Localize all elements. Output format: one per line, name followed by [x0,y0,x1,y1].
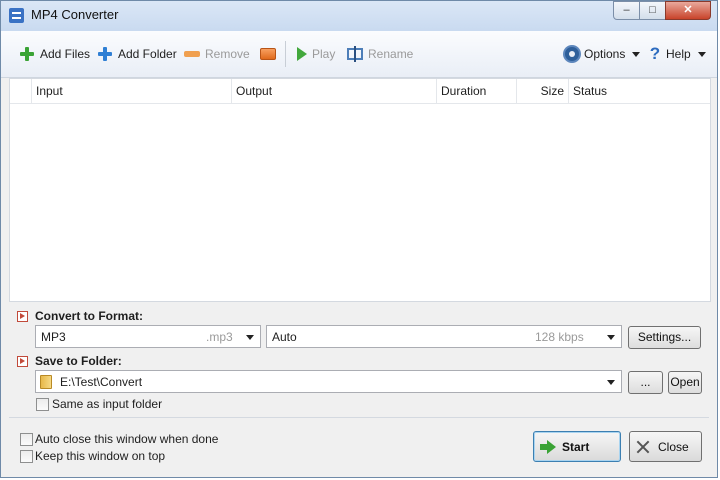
play-button[interactable]: Play [297,45,335,63]
toolbar: Add Files Add Folder Remove Play Rename … [1,31,717,78]
remove-label: Remove [205,47,250,61]
chevron-down-icon [697,51,706,57]
app-window: MP4 Converter – □ ✕ Add Files Add Folder… [0,0,718,478]
gear-icon [565,47,579,61]
column-input[interactable]: Input [32,79,232,103]
close-window-button[interactable]: ✕ [665,1,711,20]
keep-on-top-label: Keep this window on top [35,449,166,463]
save-folder-label: Save to Folder: [35,354,122,368]
title-bar[interactable]: MP4 Converter – □ ✕ [1,1,717,31]
remove-icon [184,51,200,57]
list-header: Input Output Duration Size Status [10,79,710,104]
rename-label: Rename [368,47,414,61]
stop-icon [260,48,276,60]
app-icon [9,8,24,23]
column-status[interactable]: Status [569,79,710,103]
arrow-right-icon [540,439,556,454]
quality-value: Auto [272,330,297,344]
rename-button[interactable]: Rename [347,45,413,63]
add-files-icon [19,46,35,62]
format-select[interactable]: MP3 .mp3 [35,325,261,348]
add-files-label: Add Files [40,47,91,61]
folder-icon [40,375,52,389]
start-button[interactable]: Start [533,431,621,462]
window-title: MP4 Converter [31,7,119,22]
help-menu[interactable]: ? Help [649,44,706,63]
play-icon [297,47,307,61]
help-label: Help [666,47,691,61]
toolbar-separator [285,41,286,67]
auto-close-checkbox[interactable] [20,433,33,446]
options-label: Options [584,47,626,61]
maximize-button[interactable]: □ [639,1,666,20]
chevron-down-icon [632,51,641,57]
format-extension: .mp3 [206,330,233,344]
remove-button[interactable]: Remove [184,45,250,63]
close-icon [636,440,650,454]
column-output[interactable]: Output [232,79,437,103]
close-button[interactable]: Close [629,431,702,462]
divider [9,417,709,418]
file-list[interactable]: Input Output Duration Size Status [9,78,711,302]
settings-button[interactable]: Settings... [628,326,701,349]
chevron-down-icon [607,335,615,340]
quality-hint: 128 kbps [535,330,584,344]
play-label: Play [312,47,336,61]
same-as-input-checkbox[interactable] [36,398,49,411]
expand-icon[interactable] [17,356,28,367]
list-body[interactable] [10,103,710,301]
convert-format-label: Convert to Format: [35,309,143,323]
expand-icon[interactable] [17,311,28,322]
minimize-button[interactable]: – [613,1,640,20]
chevron-down-icon [607,380,615,385]
column-checkbox[interactable] [10,79,32,103]
keep-on-top-checkbox[interactable] [20,450,33,463]
same-as-input-label: Same as input folder [52,397,163,411]
help-icon: ? [649,44,661,63]
rename-icon [347,46,363,62]
add-folder-icon [97,46,113,62]
add-folder-button[interactable]: Add Folder [97,45,177,63]
auto-close-label: Auto close this window when done [35,432,219,446]
column-duration[interactable]: Duration [437,79,517,103]
stop-button[interactable] [260,45,276,63]
add-files-button[interactable]: Add Files [19,45,90,63]
quality-select[interactable]: Auto 128 kbps [266,325,622,348]
browse-button[interactable]: ... [628,371,663,394]
folder-select[interactable]: E:\Test\Convert [35,370,622,393]
chevron-down-icon [246,335,254,340]
close-label: Close [658,439,689,454]
options-menu[interactable]: Options [565,45,641,63]
add-folder-label: Add Folder [118,47,177,61]
start-label: Start [562,439,590,454]
folder-value: E:\Test\Convert [60,375,143,389]
column-size[interactable]: Size [517,79,569,103]
open-folder-button[interactable]: Open [668,371,702,394]
format-value: MP3 [41,330,66,344]
